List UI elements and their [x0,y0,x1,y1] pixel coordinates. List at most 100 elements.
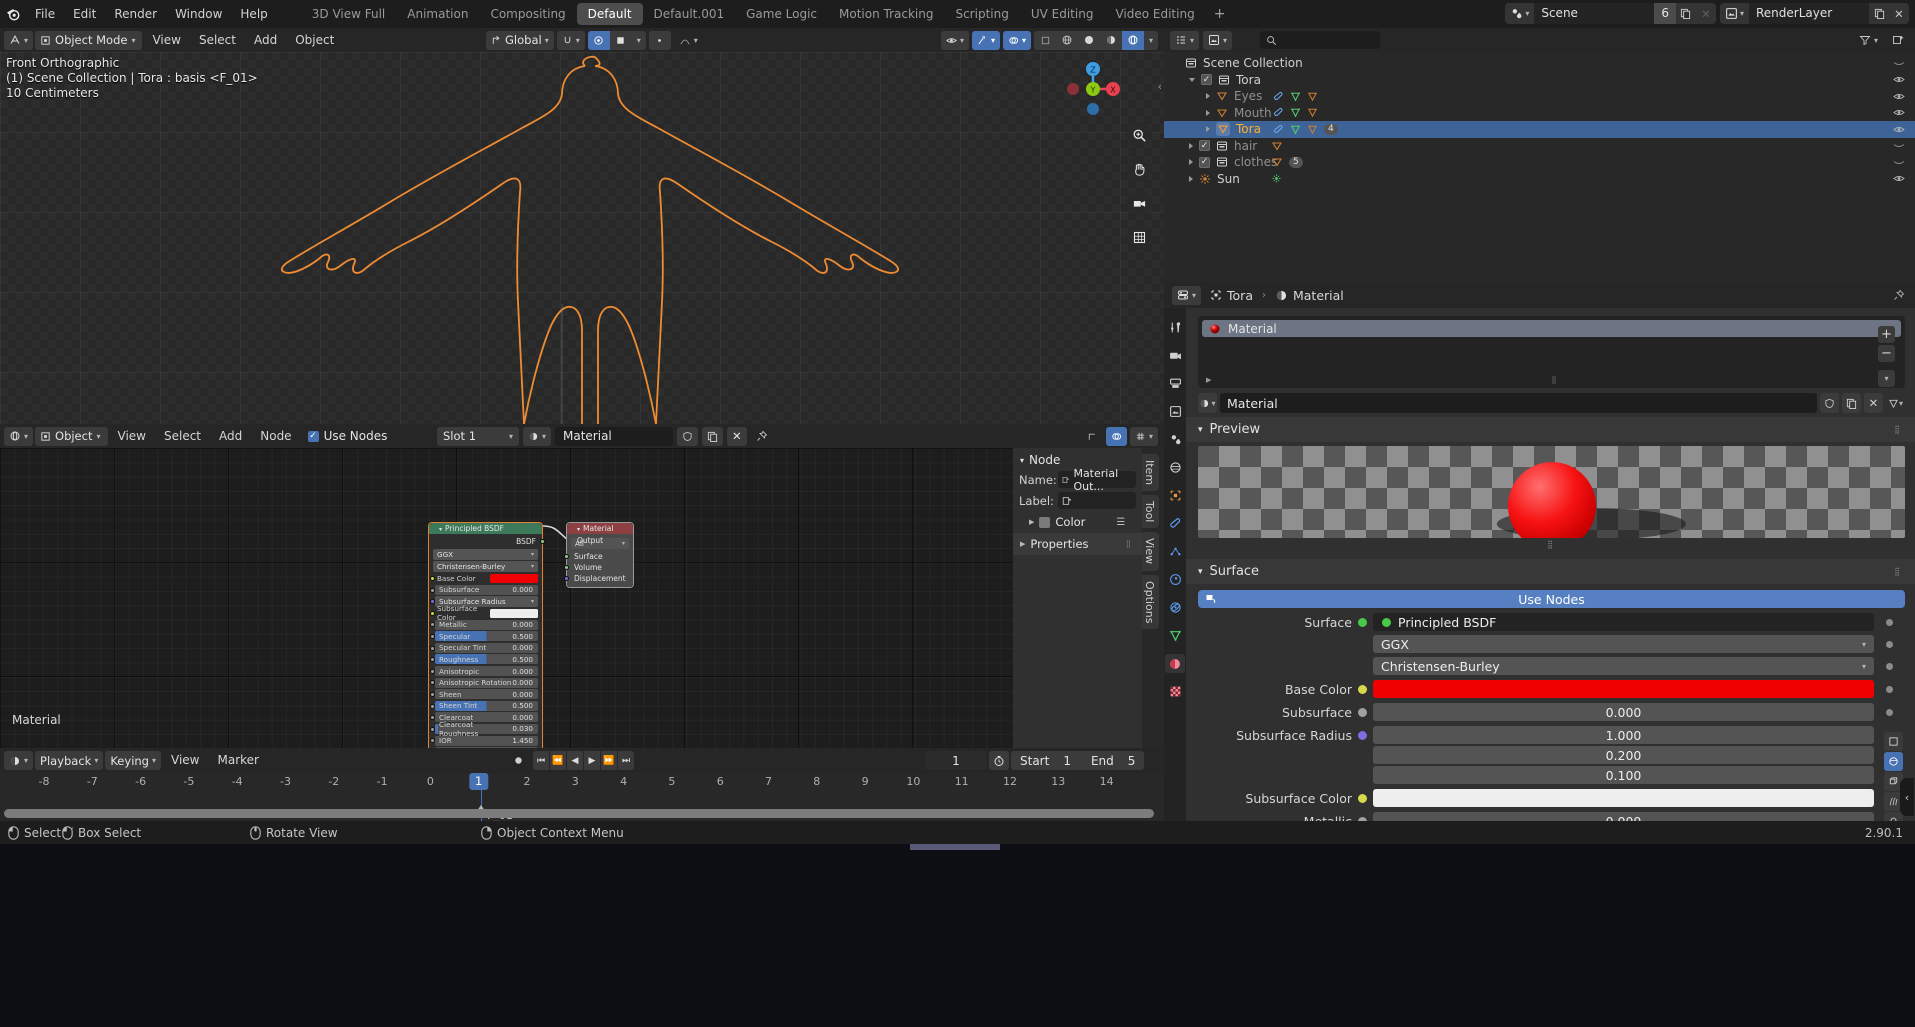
property-value[interactable]: 0.000 [1373,812,1874,821]
node-value-7[interactable]: Roughness 0.500 [435,654,538,665]
property-row-subsurface-radius-2[interactable]: 0.100 [1198,766,1893,784]
scene-copy-icon[interactable] [1675,3,1696,24]
node-socket-bsdf-output[interactable]: BSDF [429,536,545,547]
node-value-1[interactable]: Subsurface 0.000 [435,584,538,595]
node-tab-tool[interactable]: Tool [1142,495,1159,529]
node-editor-canvas[interactable]: ▾ Principled BSDF BSDF GGX ▾ Christensen-B… [0,448,1013,748]
transform-orientation-selector[interactable]: Global ▾ [486,30,554,50]
property-row-christensen-burley[interactable]: Christensen-Burley ▾ [1198,657,1893,675]
preview-shader-ball-icon[interactable] [1884,812,1903,821]
node-input-specular-tint[interactable]: Specular Tint 0.000 [430,642,538,654]
node-menu-view[interactable]: View [110,427,154,446]
menu-help[interactable]: Help [231,4,276,24]
node-properties-section[interactable]: ▶ Properties ⣿ [1013,533,1142,555]
timeline-menu-view[interactable]: View [163,751,207,770]
fake-user-shield-icon[interactable] [677,426,699,446]
tab-object-icon[interactable] [1165,486,1185,505]
socket-volume-icon[interactable] [564,564,569,570]
node-material-browse-icon[interactable]: ▾ [523,426,552,446]
menu-file[interactable]: File [26,4,64,24]
property-value[interactable]: 0.100 [1373,766,1874,784]
node-subsurface-method-dropdown[interactable]: Christensen-Burley ▾ [433,561,538,572]
property-animate-dot[interactable] [1886,685,1893,693]
visibility-selector-icon[interactable]: ▾ [940,30,969,50]
scene-icon[interactable]: ▾ [1505,3,1535,24]
xray-toggle-icon[interactable] [1034,30,1056,50]
socket-surface-icon[interactable] [564,553,569,559]
node-input-sheen-tint[interactable]: Sheen Tint 0.500 [430,700,538,712]
add-material-slot-button[interactable]: + [1878,326,1895,343]
outliner-row-visibility[interactable] [1893,74,1905,85]
use-nodes-button[interactable]: Use Nodes [1198,590,1905,608]
tab-output-icon[interactable] [1165,374,1185,393]
jump-prev-keyframe-icon[interactable]: ⏪ [550,751,566,770]
socket-subsurface-icon[interactable] [430,587,435,593]
tab-scene-icon[interactable] [1165,430,1185,449]
property-row-subsurface-radius-0[interactable]: Subsurface Radius 1.000 [1198,726,1893,744]
camera-view-icon[interactable] [1126,190,1152,216]
menu-edit[interactable]: Edit [64,4,105,24]
viewport-sidebar-collapse-icon[interactable]: ‹ [1158,80,1162,93]
property-value[interactable]: 1.000 [1373,726,1874,744]
node-value-5[interactable]: Specular 0.500 [435,631,538,642]
outliner-checkbox[interactable]: ✓ [1201,74,1212,86]
node-input-specular[interactable]: Specular 0.500 [430,631,538,642]
menu-render[interactable]: Render [105,4,166,24]
socket-anisotropic-icon[interactable] [430,668,435,674]
node-input-base-color[interactable]: Base Color [430,573,538,584]
property-socket-dot[interactable] [1358,707,1367,717]
outliner-row-hair[interactable]: ✓ hair [1164,138,1915,155]
property-value[interactable]: 0.200 [1373,746,1874,764]
snap-node-icon[interactable] [1082,427,1103,446]
viewlayer-name-field[interactable]: RenderLayer [1749,3,1869,24]
outliner-tree[interactable]: Scene Collection ✓ Tora Eyes Mouth Tora 4 ✓ hair… [1164,52,1915,282]
socket-specular-icon[interactable] [430,633,435,639]
breadcrumb-material[interactable]: Material [1275,288,1344,303]
node-value-4[interactable]: Metallic 0.000 [435,619,538,630]
outliner-row-visibility[interactable] [1893,157,1905,168]
workspace-tab-motion-tracking[interactable]: Motion Tracking [828,3,944,25]
pan-hand-icon[interactable] [1126,156,1152,182]
proportional-falloff-chevron-icon[interactable]: ▾ [631,30,646,50]
workspace-tab-uv-editing[interactable]: UV Editing [1020,3,1105,25]
outliner-row-data-icons[interactable] [1273,91,1318,102]
viewport-menu-view[interactable]: View [144,31,188,50]
node-socket-surface[interactable]: Surface [564,551,633,562]
expand-arrow-icon[interactable] [1189,142,1193,149]
shading-solid-icon[interactable] [1078,30,1100,50]
timeline-ruler[interactable]: -8 -7 -6 -5 -4 -3 -2 -1 0 1 2 3 4 5 6 7 8 9 10 11 12 13 14 [0,773,1164,795]
snap-magnet-icon[interactable] [648,30,671,50]
outliner-search-input[interactable] [1260,31,1381,49]
editor-type-selector-timeline[interactable]: ▾ [4,751,34,770]
outliner-row-scene-collection[interactable]: Scene Collection [1164,55,1915,72]
property-row-base-color[interactable]: Base Color [1198,680,1893,698]
play-reverse-icon[interactable]: ◀ [567,751,583,770]
node-color-list-icon[interactable]: ☰ [1116,517,1125,528]
shading-wireframe-icon[interactable] [1056,30,1078,50]
outliner-row-data-icons[interactable] [1271,140,1283,152]
outliner-row-tora[interactable]: ✓ Tora [1164,72,1915,89]
node-snap-grid-icon[interactable]: ▾ [1129,426,1158,446]
expand-arrow-icon[interactable] [1189,77,1195,82]
property-socket-dot[interactable] [1358,617,1367,627]
toggle-ortho-icon[interactable] [1126,224,1152,250]
material-datatype-icon[interactable]: ▾ [1886,393,1905,413]
expand-arrow-icon[interactable] [1189,159,1193,166]
tab-physics-icon[interactable] [1165,570,1185,589]
visibility-eye-closed-icon[interactable] [1893,140,1905,151]
use-preview-range-icon[interactable] [989,751,1009,770]
proportional-falloff-icon[interactable] [609,30,632,50]
node-principled-bsdf[interactable]: ▾ Principled BSDF BSDF GGX ▾ Christensen-B… [428,522,545,748]
frame-range-fields[interactable]: Start 1 End 5 [1011,751,1145,770]
shading-material-icon[interactable] [1100,30,1122,50]
shading-rendered-icon[interactable] [1122,30,1144,50]
editor-type-selector-nodes[interactable]: ▾ [4,426,34,446]
property-value[interactable]: 0.000 [1373,703,1874,721]
visibility-eye-icon[interactable] [1893,74,1905,85]
property-animate-dot[interactable] [1886,618,1893,626]
material-slot-item[interactable]: Material [1202,320,1901,337]
preview-section-grip[interactable]: ⣿ [1894,425,1901,434]
record-keyframe-icon[interactable] [510,751,526,770]
outliner-display-mode-selector[interactable]: ▾ [1203,30,1233,50]
node-socket-displacement[interactable]: Displacement [564,573,633,584]
